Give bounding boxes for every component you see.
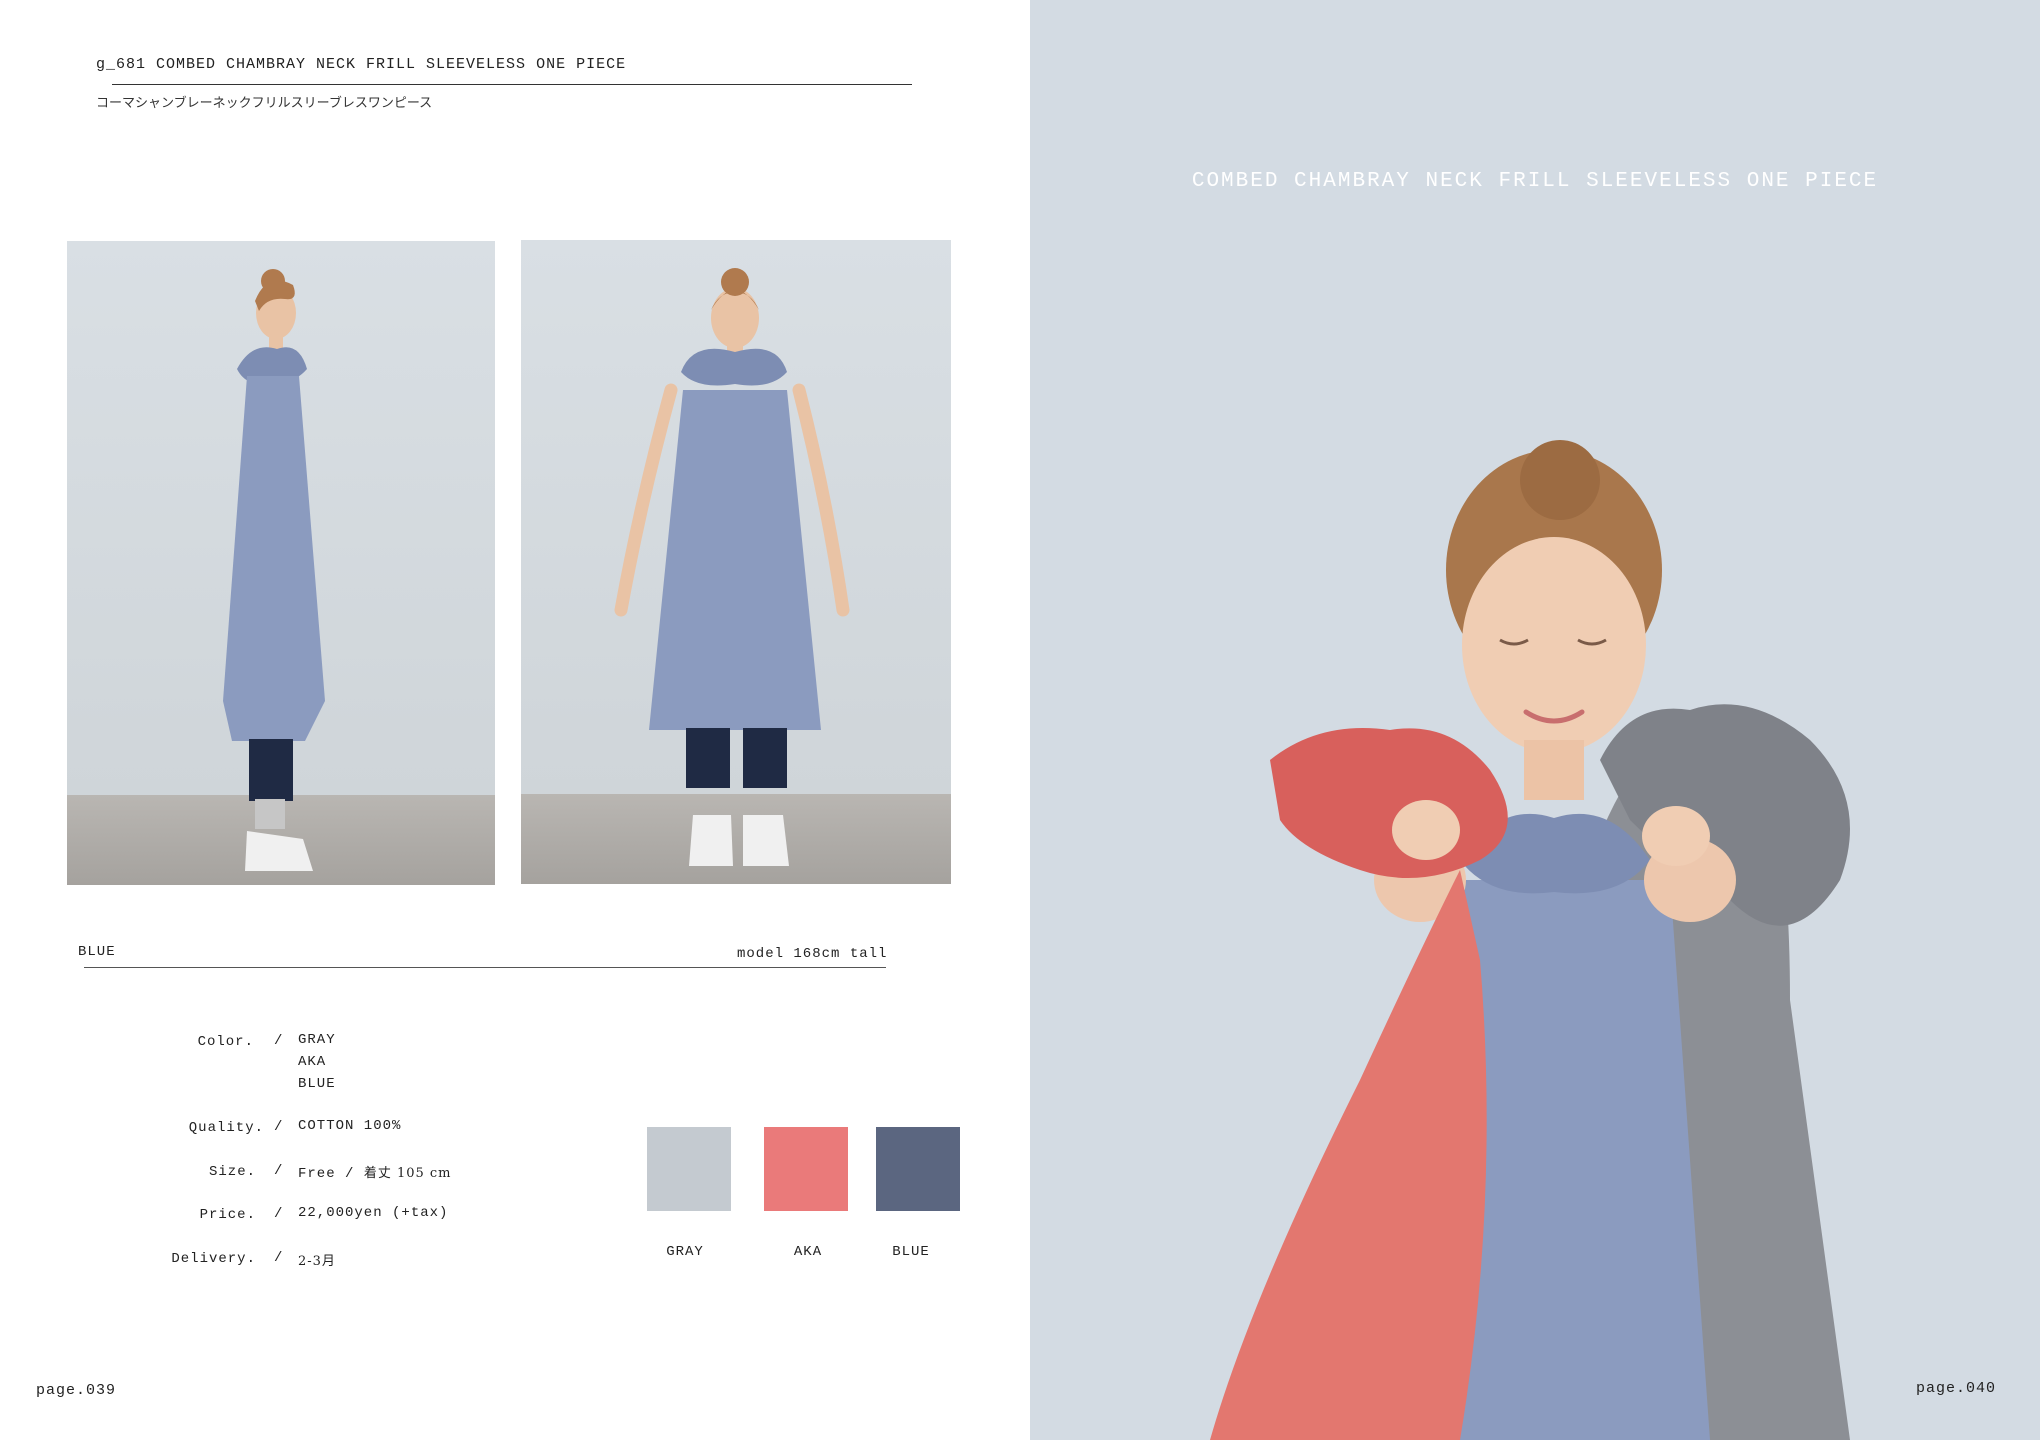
model-height-caption: model 168cm tall — [737, 946, 888, 962]
spec-label-delivery: Delivery. — [171, 1251, 256, 1267]
product-subtitle-jp: コーマシャンブレーネックフリルスリーブレスワンピース — [96, 96, 433, 111]
spec-label-quality: Quality. — [188, 1120, 264, 1136]
model-front-figure — [614, 268, 850, 866]
spec-size-length: 着丈 105 cm — [363, 1166, 452, 1181]
spec-size-free: Free — [298, 1166, 336, 1182]
spec-separator: / — [345, 1166, 355, 1182]
side-view-photo — [67, 241, 495, 885]
spec-color-aka: AKA — [298, 1054, 327, 1070]
spec-price-value: 22,000yen (+tax) — [298, 1205, 449, 1221]
photo-color-caption: BLUE — [78, 944, 116, 960]
left-page: g_681 COMBED CHAMBRAY NECK FRILL SLEEVEL… — [0, 0, 1030, 1440]
spec-color-gray: GRAY — [298, 1032, 336, 1048]
right-page-hero-photo: COMBED CHAMBRAY NECK FRILL SLEEVELESS ON… — [1030, 0, 2040, 1440]
front-view-photo — [521, 240, 951, 884]
swatch-label-gray: GRAY — [666, 1244, 704, 1260]
page-number-right: page.040 — [1916, 1380, 1997, 1397]
product-title: g_681 COMBED CHAMBRAY NECK FRILL SLEEVEL… — [96, 56, 627, 73]
swatch-blue — [876, 1127, 960, 1211]
spec-separator: / — [274, 1163, 283, 1179]
spec-label-size: Size. — [208, 1164, 256, 1180]
spec-quality-value: COTTON 100% — [298, 1118, 402, 1134]
spec-divider — [84, 967, 886, 968]
spec-size-value: Free / 着丈 105 cm — [298, 1162, 452, 1182]
spec-separator: / — [274, 1206, 283, 1222]
swatch-aka — [764, 1127, 848, 1211]
title-divider — [112, 84, 912, 85]
swatch-label-aka: AKA — [793, 1244, 823, 1260]
swatch-label-blue: BLUE — [892, 1244, 930, 1260]
spec-separator: / — [274, 1033, 283, 1049]
spec-label-price: Price. — [199, 1207, 256, 1223]
spec-label-color: Color. — [197, 1034, 254, 1050]
hero-model-figure — [1210, 440, 1850, 1440]
page-number-left: page.039 — [36, 1382, 117, 1399]
spec-delivery-value: 2-3月 — [298, 1254, 336, 1269]
spec-color-blue: BLUE — [298, 1076, 336, 1092]
spec-separator: / — [274, 1250, 283, 1266]
model-side-figure — [223, 269, 325, 871]
swatch-gray — [647, 1127, 731, 1211]
spec-separator: / — [274, 1119, 283, 1135]
